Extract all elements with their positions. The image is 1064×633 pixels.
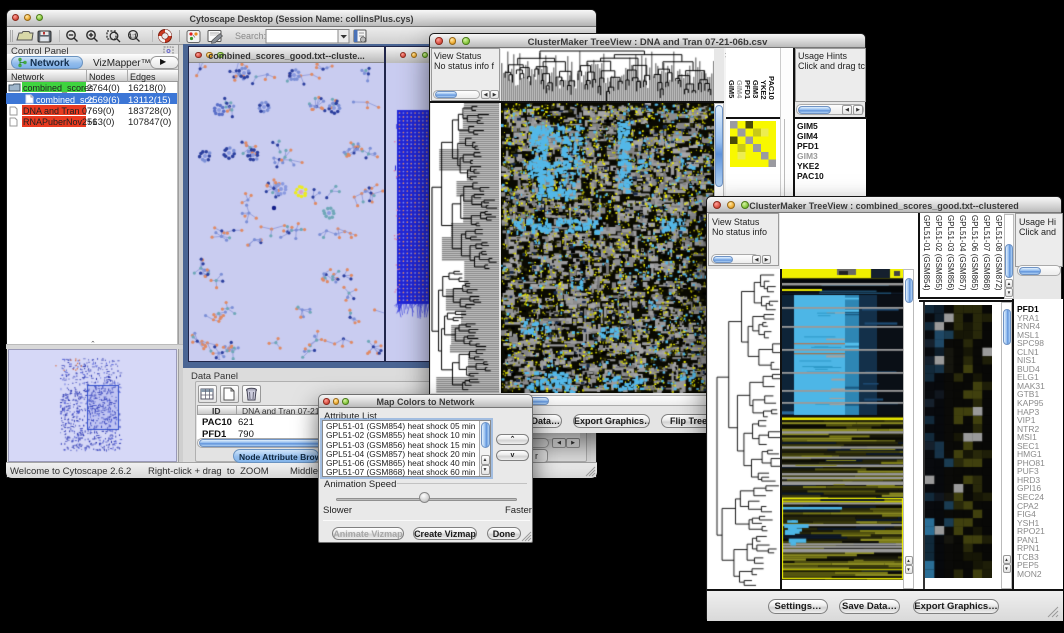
svg-text:1:1: 1:1 (129, 33, 137, 39)
